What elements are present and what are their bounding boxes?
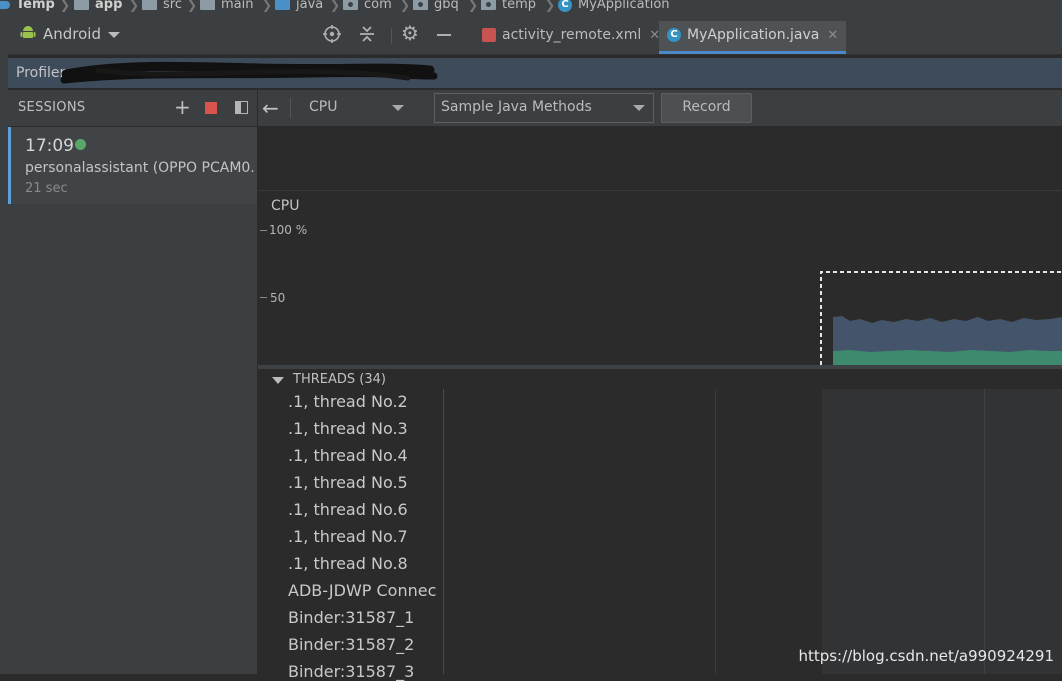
selected-range-highlight (822, 389, 1062, 674)
collapse-all-icon[interactable] (358, 25, 376, 43)
folder-icon (142, 0, 157, 10)
axis-tick (260, 297, 267, 298)
chevron-right-icon: ❯ (129, 0, 140, 12)
event-timeline (258, 127, 1062, 191)
recording-config-value: Sample Java Methods (441, 99, 592, 115)
xml-file-icon (482, 28, 496, 42)
class-icon: C (667, 28, 681, 42)
threads-header[interactable]: THREADS (34) (293, 372, 386, 387)
collapse-panel-icon[interactable] (235, 101, 248, 114)
y-tick-50: 50 (270, 291, 286, 305)
thread-row[interactable]: .1, thread No.8 (288, 554, 436, 573)
chevron-right-icon: ❯ (330, 0, 341, 12)
toolbar-divider (290, 98, 291, 118)
thread-row[interactable]: ADB-JDWP Connection (288, 581, 436, 600)
threads-panel: THREADS (34) .1, thread No.2 .1, thread … (258, 369, 1062, 681)
stop-session-icon[interactable] (205, 102, 217, 114)
folder-icon (200, 0, 215, 10)
package-icon (343, 0, 358, 10)
profiler-select[interactable]: CPU (300, 94, 408, 122)
grid-line (984, 389, 985, 674)
session-duration: 21 sec (25, 181, 68, 196)
thread-row[interactable]: Binder:31587_1 (288, 608, 436, 627)
session-time: 17:09 (25, 136, 74, 156)
grid-line (715, 389, 716, 674)
thread-row[interactable]: Binder:31587_3 (288, 662, 436, 681)
breadcrumb-app[interactable]: app (74, 0, 122, 13)
chevron-down-icon (392, 105, 404, 111)
chevron-right-icon: ❯ (262, 0, 273, 12)
chevron-right-icon: ❯ (187, 0, 198, 12)
breadcrumb-main[interactable]: main (200, 0, 253, 13)
navigation-bar: Temp ❯ app ❯ src ❯ main ❯ java ❯ com ❯ g… (0, 0, 1062, 14)
sessions-header: SESSIONS + (8, 90, 257, 127)
thread-row[interactable]: .1, thread No.2 (288, 392, 436, 411)
chevron-right-icon: ❯ (468, 0, 479, 12)
breadcrumb-java[interactable]: java (275, 0, 323, 13)
breadcrumb-myapplication[interactable]: C MyApplication (558, 0, 670, 13)
breadcrumb-gbq[interactable]: gbq (413, 0, 459, 13)
thread-row[interactable]: Binder:31587_2 (288, 635, 436, 654)
thread-row[interactable]: .1, thread No.3 (288, 419, 436, 438)
session-item[interactable]: 17:09 personalassistant (OPPO PCAM0... 2… (8, 127, 257, 204)
breadcrumb-com[interactable]: com (343, 0, 392, 13)
sessions-panel: SESSIONS + 17:09 personalassistant (OPPO… (8, 90, 258, 674)
thread-row[interactable]: .1, thread No.7 (288, 527, 436, 546)
sessions-title: SESSIONS (18, 100, 86, 115)
thread-row[interactable]: .1, thread No.6 (288, 500, 436, 519)
live-indicator-icon (75, 139, 86, 150)
chevron-down-icon (633, 105, 645, 111)
app-cpu-area (833, 350, 1062, 365)
android-icon (20, 26, 36, 38)
y-tick-100: 100 % (269, 223, 308, 237)
thread-row[interactable]: .1, thread No.5 (288, 473, 436, 492)
project-toolbar: Android ⚙ activity_remote.xml ✕ C MyApplic… (8, 14, 1062, 55)
chevron-down-icon[interactable] (272, 377, 284, 384)
chevron-down-icon[interactable] (108, 32, 120, 38)
chevron-right-icon: ❯ (60, 0, 71, 12)
session-name: personalassistant (OPPO PCAM0... (25, 160, 255, 176)
axis-tick (260, 230, 267, 231)
thread-row[interactable]: .1, thread No.4 (288, 446, 436, 465)
record-button[interactable]: Record (661, 93, 752, 123)
breadcrumb-project[interactable]: Temp (0, 0, 55, 13)
cpu-usage-chart: CPU 100 % 50 (258, 191, 1062, 365)
threads-column-divider[interactable] (443, 389, 444, 674)
breadcrumb-src[interactable]: src (142, 0, 182, 13)
watermark: https://blog.csdn.net/a990924291 (798, 647, 1054, 665)
cpu-usage-area (820, 271, 1062, 365)
chevron-right-icon: ❯ (545, 0, 556, 12)
project-icon (0, 0, 10, 9)
project-view-selector[interactable]: Android (43, 25, 101, 43)
target-icon[interactable] (323, 25, 341, 43)
cpu-toolbar: ← CPU Sample Java Methods Record (258, 90, 1062, 127)
tab-activity-remote-xml[interactable]: activity_remote.xml ✕ (474, 21, 668, 51)
add-session-icon[interactable]: + (174, 95, 191, 119)
chevron-right-icon: ❯ (400, 0, 411, 12)
redaction-scribble (60, 61, 438, 84)
gear-icon[interactable]: ⚙ (401, 21, 419, 45)
recording-config-select[interactable]: Sample Java Methods (434, 93, 654, 123)
source-folder-icon (275, 0, 290, 10)
minimize-icon[interactable] (437, 34, 451, 36)
back-arrow-icon[interactable]: ← (262, 96, 279, 120)
toolbar-divider (391, 28, 392, 44)
tab-myapplication-java[interactable]: C MyApplication.java ✕ (659, 21, 847, 54)
close-icon[interactable]: ✕ (827, 28, 838, 43)
breadcrumb-temp[interactable]: temp (481, 0, 536, 13)
profiler-select-value: CPU (309, 99, 338, 115)
class-icon: C (558, 0, 572, 12)
cpu-chart-title: CPU (271, 198, 300, 214)
package-icon (413, 0, 428, 10)
package-icon (481, 0, 496, 10)
module-folder-icon (74, 0, 89, 10)
